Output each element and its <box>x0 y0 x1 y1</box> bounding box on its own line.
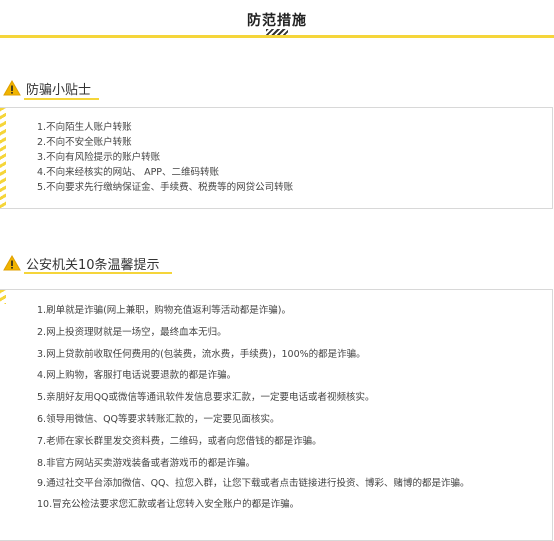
section-underline <box>24 272 172 274</box>
list-item: 8.非官方网站买卖游戏装备或者游戏币的都是诈骗。 <box>37 457 256 469</box>
tips-list: 1.不向陌生人账户转账 2.不向不安全账户转账 3.不向有风险提示的账户转账 4… <box>37 120 542 195</box>
list-item: 7.老师在家长群里发交资料费，二维码，或者向您借钱的都是诈骗。 <box>37 435 322 447</box>
list-item: 2.网上投资理财就是一场空，最终血本无归。 <box>37 326 227 338</box>
list-item: 3.网上贷款前收取任何费用的(包装费，流水费，手续费)，100%的都是诈骗。 <box>37 348 366 360</box>
police-tips-box: 1.刷单就是诈骗(网上兼职，购物充值返利等活动都是诈骗)。 2.网上投资理财就是… <box>0 289 553 541</box>
section-title: 公安机关10条温馨提示 <box>26 258 160 273</box>
list-item: 4.网上购物，客服打电话说要退款的都是诈骗。 <box>37 370 237 382</box>
list-item: 5.亲朋好友用QQ或微信等通讯软件发信息要求汇款，一定要电话或者视频核实。 <box>37 392 375 404</box>
section-header-police: 公安机关10条温馨提示 <box>0 252 554 278</box>
tips-box: 1.不向陌生人账户转账 2.不向不安全账户转账 3.不向有风险提示的账户转账 4… <box>0 107 553 209</box>
warning-icon <box>3 255 21 271</box>
list-item: 4.不向来经核实的网站、 APP、二维码转账 <box>37 167 220 178</box>
list-item: 3.不向有风险提示的账户转账 <box>37 152 161 163</box>
warning-icon <box>3 80 21 96</box>
police-tips-list: 1.刷单就是诈骗(网上兼职，购物充值返利等活动都是诈骗)。 2.网上投资理财就是… <box>37 300 542 516</box>
list-item: 10.冒充公检法要求您汇款或者让您转入安全账户的都是诈骗。 <box>37 499 300 511</box>
stripe-decoration <box>0 108 6 208</box>
list-item: 1.刷单就是诈骗(网上兼职，购物充值返利等活动都是诈骗)。 <box>37 305 291 316</box>
page-title: 防范措施 <box>247 13 307 29</box>
list-item: 2.不向不安全账户转账 <box>37 137 132 148</box>
list-item: 6.领导用微信、QQ等要求转账汇款的，一定要见面核实。 <box>37 413 280 425</box>
stripe-decoration <box>0 290 6 304</box>
list-item: 1.不向陌生人账户转账 <box>37 122 132 133</box>
section-title: 防骗小贴士 <box>26 83 92 98</box>
list-item: 9.通过社交平台添加微信、QQ、拉您入群，让您下载或者点击链接进行投资、博彩、赌… <box>37 478 470 490</box>
list-item: 5.不向要求先行缴纳保证金、手续费、税费等的网贷公司转账 <box>37 182 294 193</box>
header-rule <box>0 35 554 38</box>
page-header: 防范措施 <box>0 0 554 38</box>
section-underline <box>24 98 99 100</box>
